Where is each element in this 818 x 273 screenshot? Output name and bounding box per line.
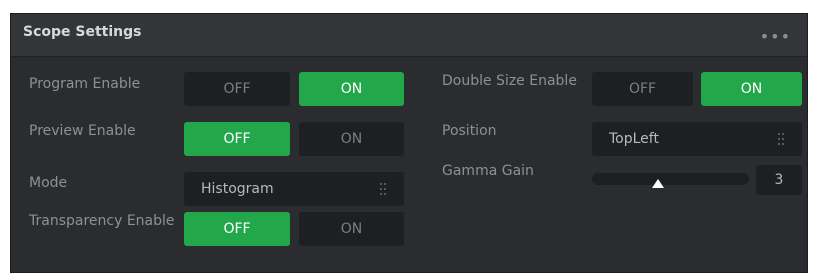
- mode-select[interactable]: Histogram: [184, 172, 404, 206]
- gamma-gain-label: Gamma Gain: [442, 163, 534, 179]
- preview-enable-label: Preview Enable: [29, 123, 136, 139]
- preview-enable-off-button[interactable]: OFF: [184, 122, 290, 156]
- program-enable-off-button[interactable]: OFF: [184, 72, 290, 106]
- panel-header: Scope Settings •••: [11, 14, 807, 57]
- grip-dots-icon: [778, 133, 784, 145]
- program-enable-on-button[interactable]: ON: [299, 72, 404, 106]
- gamma-gain-slider[interactable]: [592, 173, 749, 185]
- position-value: TopLeft: [609, 131, 659, 147]
- position-label: Position: [442, 123, 497, 139]
- mode-label: Mode: [29, 175, 68, 191]
- preview-enable-on-button[interactable]: ON: [299, 122, 404, 156]
- double-size-enable-off-button[interactable]: OFF: [592, 72, 693, 106]
- transparency-enable-off-button[interactable]: OFF: [184, 212, 290, 246]
- transparency-enable-on-button[interactable]: ON: [299, 212, 404, 246]
- transparency-enable-label: Transparency Enable: [29, 213, 175, 229]
- more-options-icon[interactable]: •••: [760, 29, 791, 45]
- gamma-gain-value[interactable]: 3: [756, 165, 802, 195]
- mode-value: Histogram: [201, 181, 274, 197]
- gamma-gain-slider-thumb[interactable]: [651, 179, 664, 188]
- panel-title: Scope Settings: [23, 24, 142, 40]
- double-size-enable-on-button[interactable]: ON: [701, 72, 802, 106]
- position-select[interactable]: TopLeft: [592, 122, 802, 156]
- grip-dots-icon: [380, 183, 386, 195]
- double-size-enable-label: Double Size Enable: [442, 73, 577, 89]
- scope-settings-panel: Scope Settings ••• Program Enable OFF ON…: [10, 13, 808, 273]
- program-enable-label: Program Enable: [29, 76, 141, 92]
